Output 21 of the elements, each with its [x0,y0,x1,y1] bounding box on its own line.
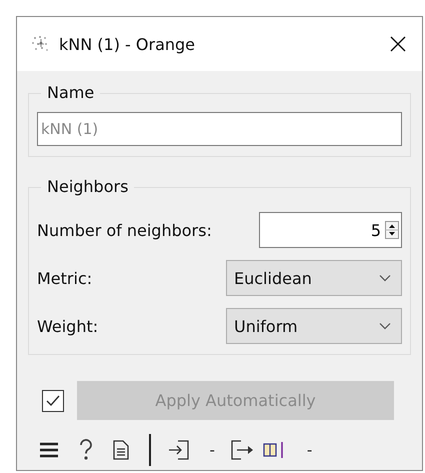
field-label: Metric: [37,268,92,288]
help-icon[interactable] [79,439,93,461]
number-spinbox[interactable]: 5 [259,212,402,248]
scatter-dots-icon [31,35,51,53]
dropdown[interactable]: Uniform [226,308,402,344]
input-icon[interactable] [168,440,190,460]
field-label: Weight: [37,316,98,336]
menu-icon[interactable] [39,442,59,458]
name-field[interactable]: kNN (1) [37,112,402,146]
document-icon[interactable] [113,440,129,460]
output-summary: - [306,441,312,459]
dropdown[interactable]: Euclidean [226,260,402,296]
spin-arrows-icon[interactable] [385,221,399,239]
group-title: Neighbors [41,177,134,196]
output-icon[interactable] [230,440,255,460]
chevron-down-icon [379,322,391,330]
chevron-down-icon [379,274,391,282]
checkmark-icon [45,394,61,408]
input-summary: - [210,441,215,459]
field-label: Number of neighbors: [37,220,212,240]
window-title: kNN (1) - Orange [59,34,196,54]
